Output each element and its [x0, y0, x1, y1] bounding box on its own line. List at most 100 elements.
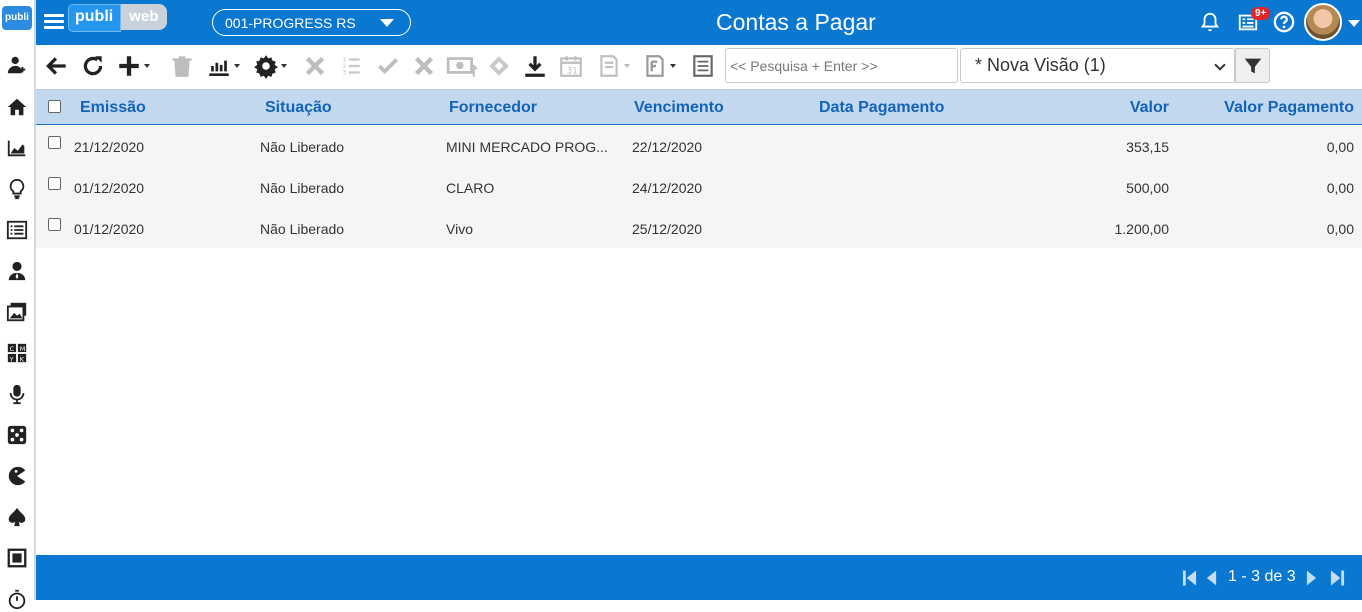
payables-table: Emissão Situação Fornecedor Vencimento D…	[36, 89, 1362, 248]
cell-vencimento: 25/12/2020	[632, 221, 703, 237]
lightbulb-icon[interactable]	[4, 176, 30, 202]
gear-icon	[254, 55, 278, 79]
chevron-right-icon	[1306, 570, 1317, 586]
download-button[interactable]	[522, 53, 548, 79]
cell-fornecedor: MINI MERCADO PROG...	[446, 139, 608, 155]
list-view-button[interactable]	[690, 53, 716, 79]
cmyk-icon[interactable]: CMYK	[4, 340, 30, 366]
add-user-icon[interactable]	[4, 52, 30, 78]
spade-icon[interactable]	[4, 504, 30, 530]
area-chart-icon[interactable]	[4, 135, 30, 161]
table-row[interactable]: 01/12/2020 Não Liberado Vivo 25/12/2020 …	[36, 207, 1362, 248]
add-button[interactable]	[116, 53, 150, 79]
filter-button[interactable]	[1235, 48, 1270, 83]
select-all-checkbox[interactable]	[48, 100, 61, 113]
delete-button[interactable]	[169, 53, 195, 79]
row-checkbox[interactable]	[48, 136, 61, 149]
cell-fornecedor: CLARO	[446, 180, 495, 196]
company-label: 001-PROGRESS RS	[225, 15, 356, 31]
plus-icon	[119, 56, 139, 76]
svg-text:Y: Y	[9, 355, 14, 363]
col-data-pagamento[interactable]: Data Pagamento	[819, 99, 944, 117]
cell-valor-pagamento: 0,00	[1326, 180, 1354, 196]
table-row[interactable]: 21/12/2020 Não Liberado MINI MERCADO PRO…	[36, 125, 1362, 166]
first-page-button[interactable]	[1182, 568, 1197, 588]
back-button[interactable]	[44, 53, 70, 79]
list-icon[interactable]	[4, 217, 30, 243]
last-page-button[interactable]	[1330, 568, 1345, 588]
col-fornecedor[interactable]: Fornecedor	[449, 99, 537, 117]
list-view-icon	[693, 55, 713, 77]
arrow-left-icon	[46, 57, 66, 75]
help-icon[interactable]	[1272, 10, 1296, 34]
images-icon[interactable]	[4, 299, 30, 325]
brand-part2: web	[121, 4, 168, 30]
view-select-value: * Nova Visão (1)	[975, 55, 1106, 75]
settings-button[interactable]	[253, 53, 287, 79]
document-button[interactable]	[596, 53, 630, 79]
stopwatch-icon[interactable]	[4, 586, 30, 612]
cell-emissao: 21/12/2020	[74, 139, 145, 155]
next-page-button[interactable]	[1306, 568, 1317, 588]
table-row[interactable]: 01/12/2020 Não Liberado CLARO 24/12/2020…	[36, 166, 1362, 207]
chart-button[interactable]	[206, 53, 240, 79]
approve-button[interactable]	[375, 53, 401, 79]
row-checkbox[interactable]	[48, 218, 61, 231]
payment-button[interactable]	[446, 53, 478, 79]
square-icon[interactable]	[4, 545, 30, 571]
col-emissao[interactable]: Emissão	[80, 99, 146, 117]
trash-icon	[172, 56, 192, 77]
col-valor-pagamento[interactable]: Valor Pagamento	[1224, 99, 1354, 117]
refresh-button[interactable]	[80, 53, 106, 79]
pacman-icon[interactable]	[4, 463, 30, 489]
col-valor[interactable]: Valor	[1130, 99, 1169, 117]
cell-situacao: Não Liberado	[260, 180, 345, 196]
bell-icon[interactable]	[1198, 10, 1222, 34]
chevron-down-icon[interactable]	[1348, 20, 1360, 27]
bar-chart-icon	[209, 60, 229, 77]
numbered-list-icon: 123	[342, 56, 360, 77]
notification-badge: 9+	[1251, 7, 1271, 20]
first-page-icon	[1182, 570, 1197, 586]
toolbar: 123 31 * Nova Visão (1)	[36, 45, 1362, 89]
view-select[interactable]: * Nova Visão (1)	[960, 48, 1235, 83]
money-icon	[446, 57, 478, 77]
microphone-icon[interactable]	[4, 381, 30, 407]
download-icon	[525, 56, 545, 77]
cancel-button[interactable]	[302, 53, 328, 79]
sidebar: publi CMYK	[0, 0, 36, 610]
chevron-down-icon	[1214, 59, 1226, 71]
prev-page-button[interactable]	[1206, 568, 1217, 588]
company-selector[interactable]: 001-PROGRESS RS	[212, 9, 411, 36]
report-icon	[646, 55, 664, 77]
table-header: Emissão Situação Fornecedor Vencimento D…	[36, 89, 1362, 125]
sidebar-logo[interactable]: publi	[2, 6, 32, 30]
cell-fornecedor: Vivo	[446, 221, 473, 237]
col-situacao[interactable]: Situação	[265, 99, 332, 117]
col-vencimento[interactable]: Vencimento	[634, 99, 724, 117]
cell-valor-pagamento: 0,00	[1326, 139, 1354, 155]
top-header: publi web 001-PROGRESS RS Contas a Pagar…	[36, 0, 1362, 45]
user-tie-icon[interactable]	[4, 258, 30, 284]
pix-button[interactable]	[486, 53, 512, 79]
refresh-icon	[83, 56, 103, 76]
search-input[interactable]	[725, 48, 958, 83]
home-icon[interactable]	[4, 94, 30, 120]
menu-icon[interactable]	[44, 11, 64, 33]
reject-button[interactable]	[411, 53, 437, 79]
chevron-down-icon	[380, 19, 394, 27]
cell-valor: 1.200,00	[1114, 221, 1170, 237]
avatar[interactable]	[1304, 3, 1342, 41]
calendar-button[interactable]: 31	[558, 53, 584, 79]
report-button[interactable]	[642, 53, 676, 79]
cell-emissao: 01/12/2020	[74, 221, 145, 237]
diamond-icon	[489, 56, 509, 76]
row-checkbox[interactable]	[48, 177, 61, 190]
cell-valor: 500,00	[1126, 180, 1169, 196]
chevron-left-icon	[1206, 570, 1217, 586]
dice-icon[interactable]	[4, 422, 30, 448]
last-page-icon	[1330, 570, 1345, 586]
numbered-list-button[interactable]: 123	[338, 53, 364, 79]
cell-emissao: 01/12/2020	[74, 180, 145, 196]
svg-text:M: M	[20, 345, 26, 353]
